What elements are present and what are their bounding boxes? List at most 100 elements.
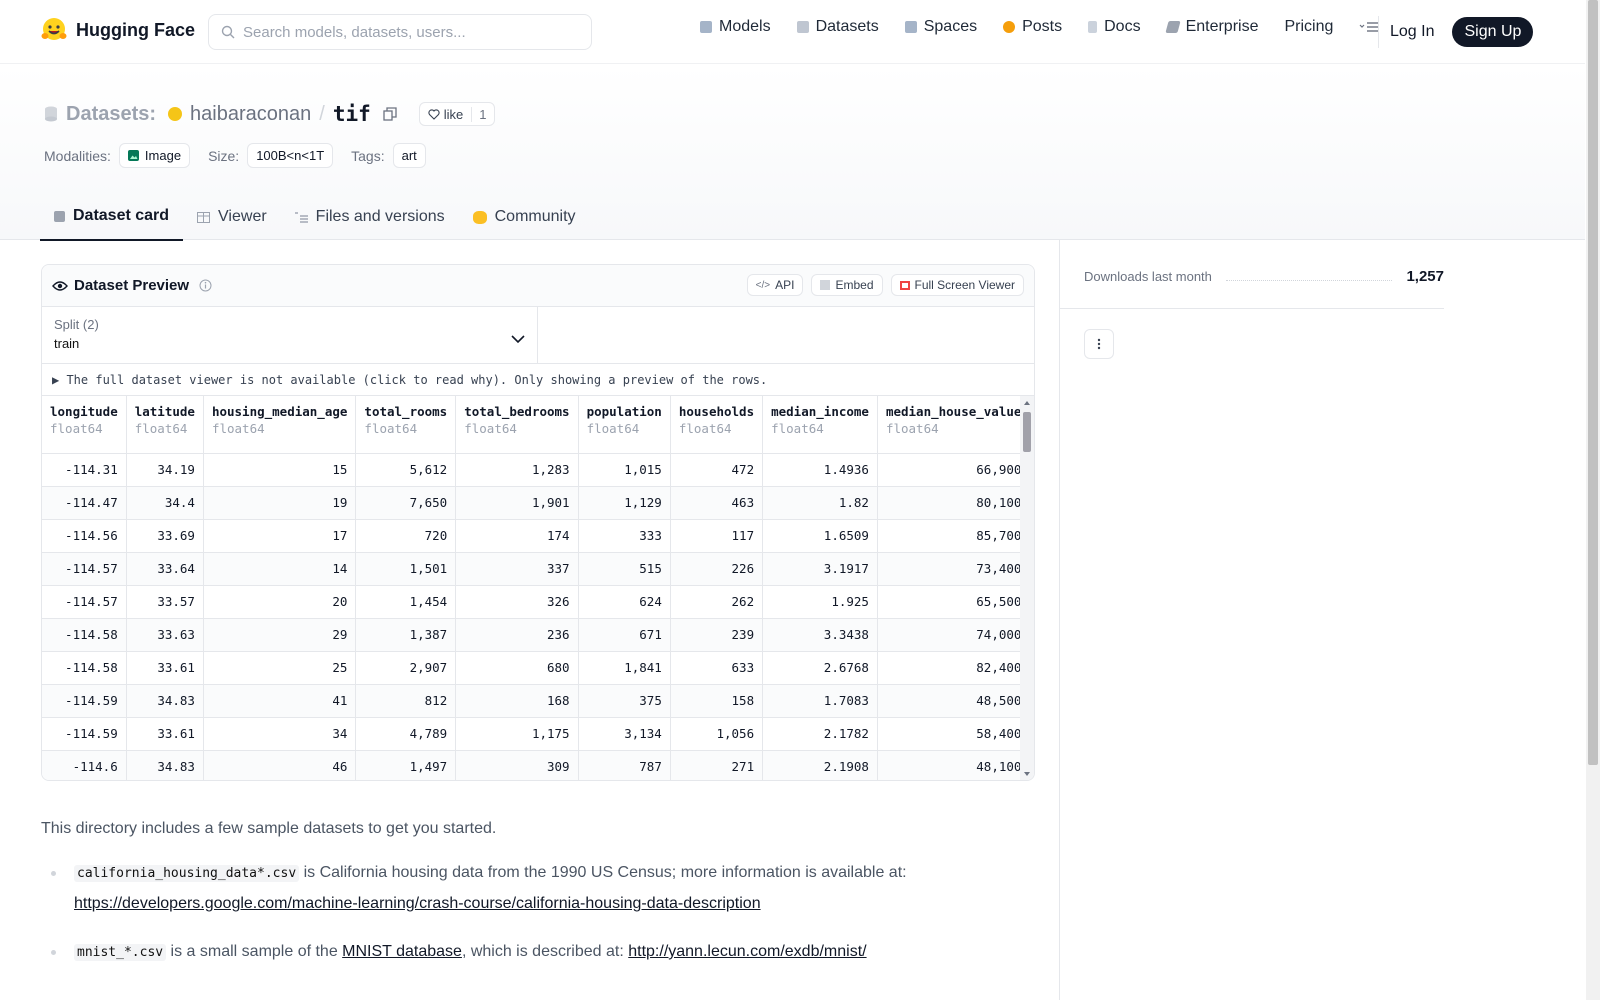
signup-button[interactable]: Sign Up — [1452, 17, 1534, 47]
table-cell: 1,283 — [455, 453, 579, 487]
tab-viewer[interactable]: Viewer — [183, 195, 281, 241]
database-icon — [796, 21, 809, 33]
table-cell: 174 — [455, 519, 579, 553]
nav-link-enterprise[interactable]: Enterprise — [1164, 18, 1258, 36]
table-row[interactable]: -114.57 33.64 14 1,501 337 515 226 3.1917 73,400 — [42, 552, 1031, 586]
preview-title: Dataset Preview — [74, 277, 190, 294]
like-count: 1 — [471, 106, 493, 122]
table-row[interactable]: -114.6 34.83 46 1,497 309 787 271 2.1908 48,100 — [42, 750, 1031, 780]
downloads-count: 1,257 — [1406, 268, 1444, 285]
mnist-database-link[interactable]: MNIST database — [342, 943, 462, 960]
table-cell: 1,387 — [355, 618, 457, 652]
column-header[interactable]: total_bedrooms float64 — [455, 396, 579, 454]
logo[interactable]: Hugging Face — [40, 16, 195, 44]
size-tag[interactable]: 100B<n<1T — [247, 143, 334, 168]
table-row[interactable]: -114.56 33.69 17 720 174 333 117 1.6509 85,700 — [42, 519, 1031, 553]
table-cell: 1,175 — [455, 717, 579, 751]
table-row[interactable]: -114.31 34.19 15 5,612 1,283 1,015 472 1.4936 66… — [42, 453, 1031, 487]
info-icon[interactable] — [199, 279, 212, 292]
logo-text: Hugging Face — [76, 19, 196, 40]
column-header[interactable]: latitude float64 — [126, 396, 204, 454]
scroll-down-arrow-icon[interactable] — [1020, 769, 1034, 779]
table-cell: 34 — [203, 717, 357, 751]
table-cell: 624 — [578, 585, 671, 619]
page-scrollbar-thumb[interactable] — [1588, 0, 1598, 765]
api-button[interactable]: </> API — [746, 274, 804, 296]
sidebar-menu-button[interactable] — [1084, 329, 1114, 359]
nav-more-menu[interactable] — [1359, 20, 1379, 34]
table-cell: 2,907 — [355, 651, 457, 685]
table-cell: 33.57 — [126, 585, 204, 619]
copy-icon[interactable] — [383, 107, 397, 121]
table-row[interactable]: -114.58 33.63 29 1,387 236 671 239 3.3438 74,000 — [42, 618, 1031, 652]
tab-community[interactable]: Community — [459, 195, 590, 241]
table-cell: 1,501 — [355, 552, 457, 586]
dataset-preview: Dataset Preview </> API Embed Full Screen… — [41, 264, 1035, 781]
table-cell: -114.59 — [42, 717, 127, 751]
table-cell: 34.83 — [126, 750, 204, 780]
tags-label: Tags: — [351, 147, 385, 164]
owner-link[interactable]: haibaraconan — [190, 103, 311, 126]
nav-link-pricing[interactable]: Pricing — [1284, 18, 1333, 36]
full-screen-viewer-button[interactable]: Full Screen Viewer — [890, 274, 1024, 296]
like-button[interactable]: like 1 — [418, 102, 495, 126]
column-header[interactable]: population float64 — [578, 396, 671, 454]
column-header[interactable]: median_income float64 — [762, 396, 878, 454]
art-tag[interactable]: art — [392, 143, 426, 168]
california-housing-link[interactable]: https://developers.google.com/machine-le… — [74, 895, 761, 912]
table-cell: 25 — [203, 651, 357, 685]
nav-link-datasets[interactable]: Datasets — [796, 18, 879, 36]
table-row[interactable]: -114.57 33.57 20 1,454 326 624 262 1.925 65,500 — [42, 585, 1031, 619]
nav-link-posts[interactable]: Posts — [1003, 18, 1062, 36]
path-separator: / — [319, 102, 325, 125]
table-cell: 73,400 — [877, 552, 1031, 586]
login-link[interactable]: Log In — [1390, 23, 1434, 41]
modality-tag[interactable]: Image — [118, 143, 191, 168]
table-scrollbar-thumb[interactable] — [1023, 412, 1031, 452]
search-box[interactable] — [208, 14, 592, 50]
table-cell: -114.59 — [42, 684, 127, 718]
table-cell: 117 — [670, 519, 764, 553]
datasets-label[interactable]: Datasets: — [66, 103, 156, 126]
eye-icon — [52, 280, 68, 291]
nav-link-spaces[interactable]: Spaces — [904, 18, 977, 36]
table-row[interactable]: -114.47 34.4 19 7,650 1,901 1,129 463 1.82 80,10… — [42, 486, 1031, 520]
table-cell: 3.1917 — [762, 552, 878, 586]
table-cell: 236 — [455, 618, 579, 652]
column-header[interactable]: housing_median_age float64 — [203, 396, 357, 454]
table-cell: 41 — [203, 684, 357, 718]
table-cell: -114.57 — [42, 552, 127, 586]
column-header[interactable]: longitude float64 — [42, 396, 127, 454]
search-input[interactable] — [243, 23, 583, 41]
table-cell: 20 — [203, 585, 357, 619]
viewer-notice[interactable]: ▶ The full dataset viewer is not availab… — [42, 364, 1034, 396]
page-scrollbar[interactable] — [1586, 0, 1600, 1000]
split-selector[interactable]: Split (2) train — [42, 307, 538, 363]
table-row[interactable]: -114.59 33.61 34 4,789 1,175 3,134 1,056 2.1782… — [42, 717, 1031, 751]
nav-link-models[interactable]: Models — [700, 18, 771, 36]
nav-links: Models Datasets Spaces Posts Docs Enterp… — [700, 18, 1379, 36]
community-icon — [472, 210, 487, 224]
nav-link-docs[interactable]: Docs — [1088, 18, 1141, 36]
table-cell: 1,901 — [455, 486, 579, 520]
owner-avatar — [168, 107, 183, 121]
preview-header: Dataset Preview </> API Embed Full Screen… — [42, 265, 1034, 307]
split-value: train — [54, 336, 80, 351]
table-row[interactable]: -114.59 34.83 41 812 168 375 158 1.7083 48,500 — [42, 684, 1031, 718]
table-cell: -114.6 — [42, 750, 127, 780]
repo-name[interactable]: tif — [333, 102, 371, 126]
table-scrollbar[interactable] — [1020, 396, 1034, 780]
scroll-up-arrow-icon[interactable] — [1020, 398, 1034, 408]
column-header[interactable]: total_rooms float64 — [355, 396, 457, 454]
column-header[interactable]: households float64 — [670, 396, 764, 454]
auth-links: Log In Sign Up — [1390, 17, 1534, 47]
column-header[interactable]: median_house_value float64 — [877, 396, 1031, 454]
embed-button[interactable]: Embed — [811, 274, 883, 296]
tab-dataset-card[interactable]: Dataset card — [40, 195, 184, 241]
mnist-url-link[interactable]: http://yann.lecun.com/exdb/mnist/ — [628, 943, 866, 960]
table-cell: 74,000 — [877, 618, 1031, 652]
tab-files-and-versions[interactable]: Files and versions — [281, 195, 459, 241]
table-cell: 633 — [670, 651, 764, 685]
table-row[interactable]: -114.58 33.61 25 2,907 680 1,841 633 2.6768 82,4… — [42, 651, 1031, 685]
top-nav: Hugging Face Models Datasets Spaces Post… — [0, 0, 1585, 64]
